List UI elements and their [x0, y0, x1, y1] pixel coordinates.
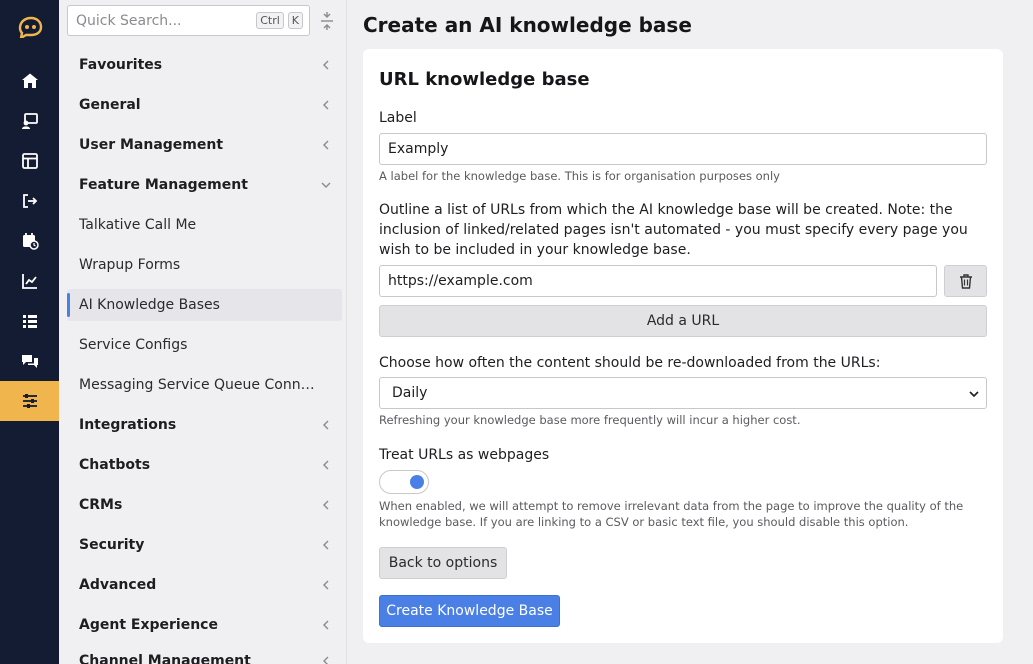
chevron-down-icon [969, 391, 979, 398]
layout-icon[interactable] [0, 141, 59, 181]
form-title: URL knowledge base [379, 69, 590, 90]
chevron-down-icon [321, 182, 331, 188]
chevron-left-icon [323, 60, 329, 70]
sidebar-item-favourites[interactable]: Favourites [67, 49, 342, 81]
search-input[interactable]: Quick Search... [76, 13, 252, 29]
sidebar-item-user-management[interactable]: User Management [67, 129, 342, 161]
logo-icon[interactable] [0, 7, 59, 47]
sidebar-item-wrapup-forms[interactable]: Wrapup Forms [67, 249, 342, 281]
chat-icon[interactable] [0, 341, 59, 381]
urls-description: Outline a list of URLs from which the AI… [379, 202, 968, 258]
sidebar-item-channel-management[interactable]: Channel Management [67, 645, 342, 664]
agent-screen-icon[interactable] [0, 101, 59, 141]
chevron-left-icon [323, 140, 329, 150]
label-input[interactable]: Examply [379, 133, 987, 165]
shortcut-ctrl: Ctrl [256, 12, 284, 29]
create-knowledge-base-button[interactable]: Create Knowledge Base [379, 595, 560, 627]
page-title: Create an AI knowledge base [363, 13, 692, 37]
treat-as-webpages-toggle[interactable] [379, 470, 429, 494]
sidebar-item-general[interactable]: General [67, 89, 342, 121]
sidebar-item-talkative-call-me[interactable]: Talkative Call Me [67, 209, 342, 241]
chevron-left-icon [323, 580, 329, 590]
chevron-left-icon [323, 540, 329, 550]
exit-icon[interactable] [0, 181, 59, 221]
chevron-left-icon [323, 100, 329, 110]
quick-search[interactable]: Quick Search... Ctrl K [67, 5, 310, 36]
analytics-icon[interactable] [0, 261, 59, 301]
back-to-options-button[interactable]: Back to options [379, 547, 507, 579]
calendar-clock-icon[interactable] [0, 221, 59, 261]
knowledge-base-form: URL knowledge base Label Examply A label… [363, 49, 1003, 643]
chevron-left-icon [323, 500, 329, 510]
sidebar-item-feature-management[interactable]: Feature Management [67, 169, 342, 201]
url-input[interactable]: https://example.com [379, 265, 937, 297]
label-field-label: Label [379, 110, 417, 126]
shortcut-k: K [287, 12, 303, 29]
refresh-frequency-select[interactable]: Daily [379, 377, 987, 409]
refresh-label: Choose how often the content should be r… [379, 355, 881, 371]
chevron-left-icon [323, 420, 329, 430]
sidebar-item-agent-experience[interactable]: Agent Experience [67, 609, 342, 641]
sidebar-item-service-configs[interactable]: Service Configs [67, 329, 342, 361]
sidebar-item-advanced[interactable]: Advanced [67, 569, 342, 601]
add-url-button[interactable]: Add a URL [379, 305, 987, 337]
app-rail [0, 0, 59, 664]
chevron-left-icon [323, 656, 329, 664]
webpages-help-text: When enabled, we will attempt to remove … [379, 499, 964, 529]
webpages-label: Treat URLs as webpages [379, 447, 550, 463]
chevron-left-icon [323, 460, 329, 470]
home-icon[interactable] [0, 61, 59, 101]
sidebar-item-chatbots[interactable]: Chatbots [67, 449, 342, 481]
sidebar-item-crms[interactable]: CRMs [67, 489, 342, 521]
list-icon[interactable] [0, 301, 59, 341]
collapse-all-icon[interactable] [317, 10, 337, 32]
settings-sidebar: Quick Search... Ctrl K Favourites Genera… [59, 0, 347, 664]
sidebar-item-integrations[interactable]: Integrations [67, 409, 342, 441]
chevron-left-icon [323, 620, 329, 630]
sidebar-item-ai-knowledge-bases[interactable]: AI Knowledge Bases [67, 289, 342, 321]
trash-icon [959, 274, 972, 289]
settings-sliders-icon[interactable] [0, 381, 59, 421]
delete-url-button[interactable] [944, 265, 987, 297]
toggle-knob [410, 475, 424, 489]
sidebar-item-messaging-service-queue[interactable]: Messaging Service Queue Connec... [67, 369, 342, 401]
sidebar-item-security[interactable]: Security [67, 529, 342, 561]
refresh-help-text: Refreshing your knowledge base more freq… [379, 413, 801, 427]
label-help-text: A label for the knowledge base. This is … [379, 169, 780, 183]
